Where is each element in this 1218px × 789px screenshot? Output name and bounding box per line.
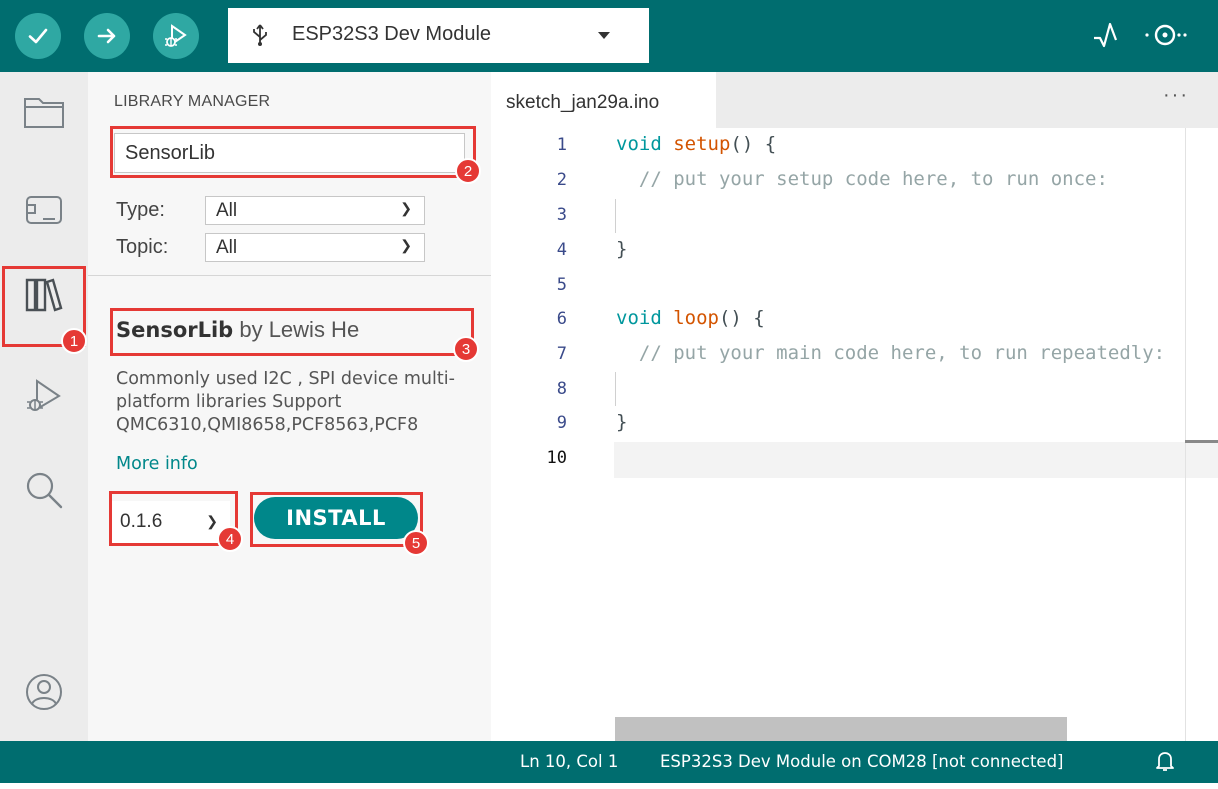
code-line[interactable]: }: [616, 411, 627, 433]
verify-button[interactable]: [15, 13, 61, 59]
code-line[interactable]: void loop() {: [616, 307, 765, 329]
more-options-icon[interactable]: ···: [1163, 84, 1189, 107]
divider: [88, 275, 491, 276]
window-edge: [0, 783, 1218, 789]
bell-icon: [1156, 752, 1174, 771]
user-icon: [26, 674, 62, 710]
board-status[interactable]: ESP32S3 Dev Module on COM28 [not connect…: [660, 752, 1064, 771]
callout-badge: 1: [61, 328, 87, 354]
line-number: 9: [556, 413, 567, 433]
topic-filter-value: All: [216, 236, 238, 258]
code-line[interactable]: }: [616, 238, 627, 260]
check-icon: [28, 28, 48, 44]
library-description: Commonly used I2C , SPI device multi-pla…: [116, 369, 455, 435]
code-text: () {: [718, 307, 765, 329]
vertical-scrollbar[interactable]: [1185, 128, 1186, 741]
callout-badge: 4: [217, 526, 243, 552]
debug-sidebar-button[interactable]: [14, 366, 74, 426]
scroll-marker: [1185, 440, 1218, 443]
line-number: 1: [556, 135, 567, 155]
chevron-down-icon: [598, 32, 610, 39]
code-line[interactable]: // put your setup code here, to run once…: [616, 168, 1108, 190]
line-number: 5: [556, 275, 567, 295]
code-editor: sketch_jan29a.ino ··· 1 2 3 4 5 6 7 8 9 …: [491, 72, 1218, 741]
serial-monitor-button[interactable]: [1141, 18, 1193, 57]
indent-guide: [615, 372, 616, 406]
indent-guide: [615, 199, 616, 233]
notifications-button[interactable]: [1156, 750, 1174, 776]
search-sidebar-button[interactable]: [14, 460, 74, 520]
line-number: 6: [556, 309, 567, 329]
callout-box-library-name: [110, 308, 474, 356]
serial-plotter-button[interactable]: [1092, 18, 1118, 57]
code-line[interactable]: // put your main code here, to run repea…: [616, 342, 1165, 364]
code-keyword: void: [616, 307, 662, 329]
tab-bar: sketch_jan29a.ino ···: [491, 72, 1218, 128]
more-info-link[interactable]: More info: [116, 454, 198, 474]
profile-button[interactable]: [14, 662, 74, 722]
usb-icon: [253, 24, 267, 46]
line-number: 10: [546, 448, 567, 468]
line-number: 2: [556, 170, 567, 190]
debug-icon: [165, 24, 187, 47]
chevron-down-icon: ❯: [400, 237, 412, 253]
topic-filter-select[interactable]: All ❯: [205, 233, 425, 262]
debug-button[interactable]: [153, 13, 199, 59]
search-icon: [26, 472, 63, 509]
board-name: ESP32S3 Dev Module: [292, 23, 492, 45]
line-number: 3: [556, 205, 567, 225]
tab-label: sketch_jan29a.ino: [506, 92, 660, 113]
topic-filter-label: Topic:: [116, 236, 169, 258]
code-comment: // put your setup code here, to run once…: [638, 168, 1108, 190]
type-filter-label: Type:: [116, 199, 165, 221]
board-icon: [26, 196, 62, 224]
type-filter-value: All: [216, 199, 238, 221]
boards-manager-button[interactable]: [14, 180, 74, 240]
debug-icon: [27, 379, 61, 411]
line-number: 8: [556, 379, 567, 399]
board-selector[interactable]: ESP32S3 Dev Module: [228, 8, 649, 63]
callout-box-search: [110, 126, 476, 178]
line-number: 4: [556, 240, 567, 260]
code-text: () {: [730, 133, 777, 155]
serial-plotter-icon: [1094, 22, 1118, 48]
callout-badge: 2: [455, 158, 481, 184]
status-bar: Ln 10, Col 1 ESP32S3 Dev Module on COM28…: [0, 741, 1218, 783]
current-line-highlight: [614, 442, 1218, 478]
activity-bar: [0, 72, 88, 741]
code-line[interactable]: void setup() {: [616, 133, 776, 155]
tab-sketch[interactable]: sketch_jan29a.ino: [491, 72, 716, 128]
serial-monitor-icon: [1145, 24, 1187, 46]
sketchbook-button[interactable]: [14, 82, 74, 142]
horizontal-scrollbar[interactable]: [615, 717, 1067, 741]
line-number: 7: [556, 344, 567, 364]
code-function: loop: [673, 307, 719, 329]
code-keyword: void: [616, 133, 662, 155]
folder-icon: [24, 98, 64, 128]
callout-badge: 3: [453, 336, 479, 362]
upload-button[interactable]: [84, 13, 130, 59]
type-filter-select[interactable]: All ❯: [205, 196, 425, 225]
top-toolbar: ESP32S3 Dev Module: [0, 0, 1218, 72]
callout-badge: 5: [403, 530, 429, 556]
code-comment: // put your main code here, to run repea…: [638, 342, 1166, 364]
panel-title: LIBRARY MANAGER: [114, 93, 271, 110]
arrow-right-icon: [97, 28, 116, 44]
code-function: setup: [673, 133, 731, 155]
chevron-down-icon: ❯: [400, 200, 412, 216]
cursor-position[interactable]: Ln 10, Col 1: [520, 752, 618, 771]
callout-box-install: [250, 492, 423, 547]
